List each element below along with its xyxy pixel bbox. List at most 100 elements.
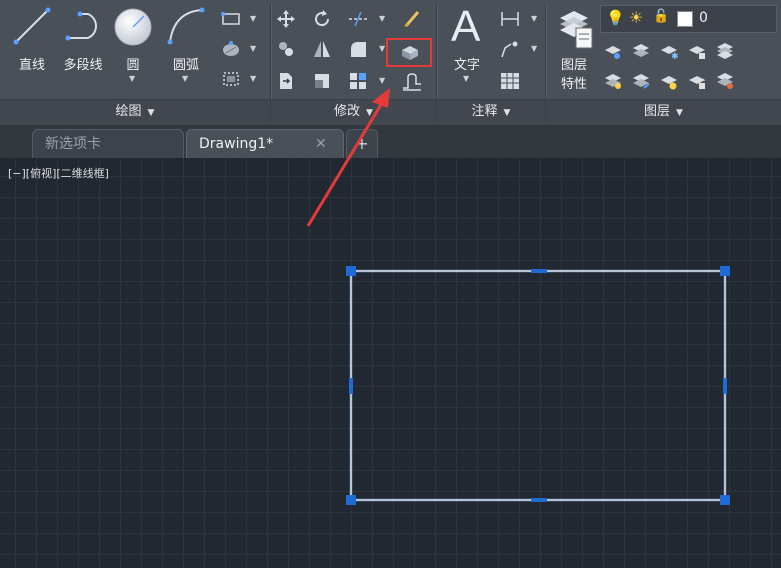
modify-panel-footer[interactable]: 修改 ▼ <box>271 99 436 125</box>
draw-panel-title: 绘图 <box>115 104 142 119</box>
layer-color-swatch <box>677 11 693 27</box>
layer-properties-icon <box>560 11 593 49</box>
circle-tool-button[interactable]: 圆 ▼ <box>110 4 156 94</box>
arc-dropdown-caret[interactable]: ▼ <box>182 74 188 83</box>
leader-tool-button[interactable] <box>499 38 521 60</box>
plus-icon: + <box>355 134 369 153</box>
boundary-icon <box>223 72 239 86</box>
layer-previous-icon <box>633 74 650 89</box>
layers-panel-title: 图层 <box>644 104 671 119</box>
boundary-tool-button[interactable] <box>220 68 242 90</box>
trim-tool-button[interactable] <box>347 8 369 30</box>
drawing-viewport[interactable]: [−][俯视][二维线框] <box>0 158 781 568</box>
circle-icon <box>114 8 152 46</box>
new-tab-button[interactable]: + <box>346 129 378 159</box>
table-icon <box>501 73 519 89</box>
scale-tool-button[interactable] <box>311 70 333 92</box>
polyline-tool-button[interactable]: 多段线 <box>58 4 108 84</box>
hatch-icon <box>223 41 239 56</box>
layer-off-button[interactable] <box>602 40 624 62</box>
arc-icon <box>167 7 205 45</box>
arc-tool-label: 圆弧 <box>172 58 199 73</box>
text-tool-button[interactable]: A 文字 ▼ <box>445 2 489 94</box>
annotation-panel-title: 注释 <box>471 104 498 119</box>
layer-properties-label-line1: 图层 <box>560 58 587 73</box>
dimension-tool-button[interactable] <box>499 8 521 30</box>
layer-properties-button[interactable]: 图层 特性 <box>550 4 598 94</box>
annotation-panel-caret-icon: ▼ <box>503 108 511 118</box>
rectangle-dropdown-caret[interactable]: ▼ <box>250 14 256 23</box>
layers-panel: 图层 特性 💡 ☀ 🔓 0 ✱ 图层 ▼ <box>546 0 781 125</box>
circle-tool-label: 圆 <box>126 58 140 73</box>
tab-new[interactable]: 新选项卡 <box>32 129 184 159</box>
fillet-dropdown-caret[interactable]: ▼ <box>379 44 385 53</box>
layer-freeze-button[interactable]: ✱ <box>658 40 680 62</box>
layer-thaw-icon <box>661 76 677 90</box>
viewport-label[interactable]: [−][俯视][二维线框] <box>8 165 109 181</box>
leader-icon <box>501 41 518 58</box>
layer-unlock-button[interactable] <box>686 70 708 92</box>
rotate-icon <box>315 10 330 27</box>
layer-dropdown[interactable]: 💡 ☀ 🔓 0 <box>600 5 777 33</box>
offset-tool-button[interactable] <box>401 70 423 92</box>
layer-thaw-button[interactable] <box>658 70 680 92</box>
layer-walk-icon <box>717 73 733 89</box>
move-tool-button[interactable] <box>275 8 297 30</box>
stretch-tool-button[interactable] <box>275 70 297 92</box>
layers-panel-caret-icon: ▼ <box>676 108 683 118</box>
fillet-icon <box>351 42 366 57</box>
table-tool-button[interactable] <box>499 70 521 92</box>
document-tab-bar: 新选项卡 Drawing1* ✕ + <box>0 125 781 159</box>
lightbulb-icon: 💡 <box>606 9 625 27</box>
boundary-dropdown-caret[interactable]: ▼ <box>250 74 256 83</box>
tab-drawing1-label: Drawing1* <box>199 136 274 152</box>
layer-previous-button[interactable] <box>630 70 652 92</box>
layer-match-button[interactable] <box>714 40 736 62</box>
modify-panel-caret-icon: ▼ <box>366 108 373 118</box>
text-dropdown-caret[interactable]: ▼ <box>463 74 469 83</box>
draw-panel-caret-icon: ▼ <box>147 108 155 118</box>
layer-lock-button[interactable] <box>686 40 708 62</box>
scale-icon <box>315 74 329 88</box>
layer-isolate-icon <box>633 44 649 57</box>
layer-isolate-button[interactable] <box>630 40 652 62</box>
close-icon[interactable]: ✕ <box>315 130 327 158</box>
mirror-tool-button[interactable] <box>311 38 333 60</box>
svg-text:✱: ✱ <box>671 52 679 60</box>
tab-drawing1[interactable]: Drawing1* ✕ <box>186 129 344 159</box>
line-tool-button[interactable]: 直线 <box>8 4 56 84</box>
fillet-tool-button[interactable] <box>347 38 369 60</box>
array-tool-button[interactable] <box>347 70 369 92</box>
hatch-dropdown-caret[interactable]: ▼ <box>250 44 256 53</box>
text-a-icon: A <box>451 2 481 51</box>
rotate-tool-button[interactable] <box>311 8 333 30</box>
draw-panel-footer[interactable]: 绘图 ▼ <box>0 99 270 125</box>
copy-icon <box>279 42 293 56</box>
layers-panel-footer[interactable]: 图层 ▼ <box>546 99 781 125</box>
arc-tool-button[interactable]: 圆弧 ▼ <box>162 4 210 94</box>
layer-lock-icon <box>689 46 705 59</box>
line-icon <box>13 7 51 45</box>
erase-tool-button[interactable] <box>401 8 423 30</box>
rectangle-tool-button[interactable] <box>220 8 242 30</box>
layer-properties-label-line2: 特性 <box>560 77 587 92</box>
modify-panel-title: 修改 <box>334 104 361 119</box>
hatch-tool-button[interactable] <box>220 38 242 60</box>
leader-dropdown-caret[interactable]: ▼ <box>531 44 537 53</box>
trim-dropdown-caret[interactable]: ▼ <box>379 14 385 23</box>
layer-current-icon <box>605 74 621 89</box>
polyline-icon <box>65 11 97 41</box>
unlock-icon: 🔓 <box>653 9 670 24</box>
brush-icon <box>404 11 420 27</box>
layer-current-button[interactable] <box>602 70 624 92</box>
dimension-dropdown-caret[interactable]: ▼ <box>531 14 537 23</box>
layer-walk-button[interactable] <box>714 70 736 92</box>
copy-tool-button[interactable] <box>275 38 297 60</box>
annotation-panel-footer[interactable]: 注释 ▼ <box>437 99 545 125</box>
layer-freeze-icon: ✱ <box>661 46 679 60</box>
line-tool-label: 直线 <box>18 58 45 73</box>
draw-panel: 直线 多段线 圆 ▼ 圆弧 ▼ ▼ ▼ ▼ 绘图 ▼ <box>0 0 270 125</box>
array-icon <box>350 73 366 89</box>
array-dropdown-caret[interactable]: ▼ <box>379 76 385 85</box>
circle-dropdown-caret[interactable]: ▼ <box>129 74 135 83</box>
